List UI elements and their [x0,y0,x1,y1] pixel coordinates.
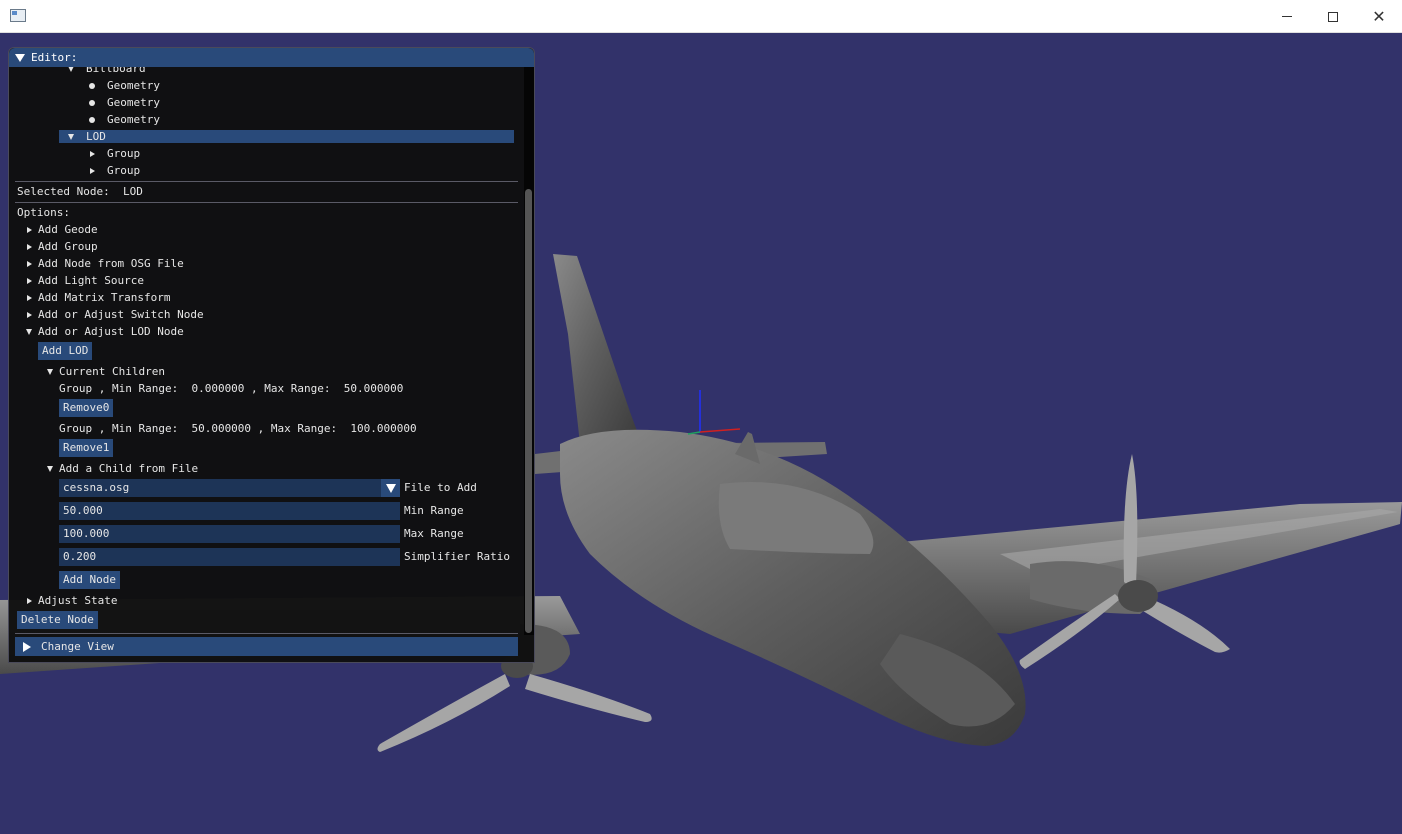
bullet-icon [86,99,98,106]
chevron-down-icon [65,67,77,72]
simplifier-ratio-input[interactable]: 0.200 [59,548,400,566]
close-icon: ✕ [1372,6,1386,26]
option-add-geode[interactable]: Add Geode [23,221,98,238]
editor-title: Editor: [31,51,78,64]
maximize-button[interactable] [1310,0,1356,33]
option-add-light-source[interactable]: Add Light Source [23,272,144,289]
tree-node-geometry[interactable]: Geometry [86,94,160,111]
add-child-from-file-header[interactable]: Add a Child from File [44,460,198,477]
window-app-icon [10,9,26,22]
chevron-right-icon [86,167,98,174]
window-title-bar: ✕ [0,0,1402,33]
add-lod-button[interactable]: Add LOD [38,342,93,360]
lod-child-info: Group , Min Range: 0.000000 , Max Range:… [59,382,404,395]
chevron-right-icon [23,311,35,318]
file-select[interactable]: cessna.osg [59,479,400,497]
chevron-right-icon [86,150,98,157]
option-add-node-from-osg-file[interactable]: Add Node from OSG File [23,255,184,272]
add-node-button[interactable]: Add Node [59,571,120,589]
options-label: Options: [17,206,70,219]
remove-child-button[interactable]: Remove0 [59,399,114,417]
bullet-icon [86,82,98,89]
chevron-down-icon [44,465,56,472]
tree-node-group[interactable]: Group [86,145,140,162]
option-switch-node[interactable]: Add or Adjust Switch Node [23,306,204,323]
separator [15,633,518,634]
collapse-arrow-icon [15,53,25,62]
chevron-right-icon [23,597,35,604]
tree-node-billboard[interactable]: Billboard [65,67,146,77]
min-range-label: Min Range [404,504,464,517]
option-adjust-state[interactable]: Adjust State [23,592,117,609]
editor-title-bar[interactable]: Editor: [9,48,534,67]
option-lod-node[interactable]: Add or Adjust LOD Node [23,323,184,340]
tree-node-group[interactable]: Group [86,162,140,179]
chevron-right-icon [23,260,35,267]
editor-scrollbar[interactable] [524,67,534,635]
delete-node-button[interactable]: Delete Node [17,611,98,629]
chevron-down-icon [385,483,396,493]
tree-node-lod[interactable]: LOD [65,128,106,145]
remove-child-button[interactable]: Remove1 [59,439,114,457]
tail-fin [553,254,640,444]
dropdown-button[interactable] [381,479,400,497]
current-children-header[interactable]: Current Children [44,363,165,380]
chevron-right-icon [23,277,35,284]
selected-node-text: Selected Node: LOD [17,185,143,198]
option-add-group[interactable]: Add Group [23,238,98,255]
simplifier-ratio-label: Simplifier Ratio [404,550,510,563]
min-range-input[interactable]: 50.000 [59,502,400,520]
option-add-matrix-transform[interactable]: Add Matrix Transform [23,289,170,306]
file-to-add-label: File to Add [404,481,477,494]
max-range-input[interactable]: 100.000 [59,525,400,543]
chevron-right-icon [23,226,35,233]
lod-child-info: Group , Min Range: 50.000000 , Max Range… [59,422,417,435]
change-view-header[interactable]: Change View [15,637,518,656]
chevron-right-icon [23,294,35,301]
tree-node-geometry[interactable]: Geometry [86,111,160,128]
chevron-right-icon [23,641,31,652]
minimize-icon [1282,16,1292,17]
chevron-down-icon [65,133,77,140]
max-range-label: Max Range [404,527,464,540]
tree-selection-highlight [59,130,514,143]
close-button[interactable]: ✕ [1356,0,1402,33]
bullet-icon [86,116,98,123]
scene-tree: Billboard Geometry Geometry Geometry LOD… [9,67,524,181]
tree-node-geometry[interactable]: Geometry [86,77,160,94]
scroll-thumb[interactable] [525,189,532,633]
chevron-right-icon [23,243,35,250]
separator [15,181,518,182]
chevron-down-icon [23,328,35,335]
chevron-down-icon [44,368,56,375]
editor-panel: Editor: Billboard Geometry Geometry Geom… [8,47,535,663]
separator [15,202,518,203]
minimize-button[interactable] [1264,0,1310,33]
maximize-icon [1328,11,1338,22]
